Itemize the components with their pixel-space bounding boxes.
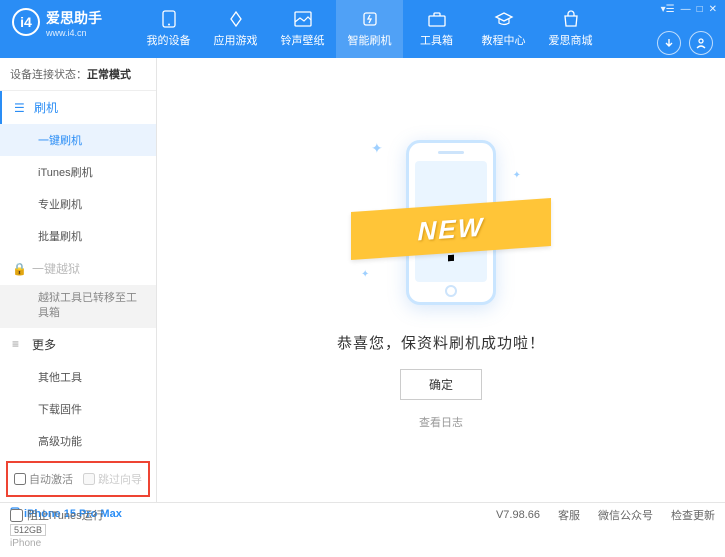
ok-button[interactable]: 确定: [400, 369, 482, 400]
new-ribbon: NEW: [351, 198, 551, 260]
titlebar: i4 爱思助手 www.i4.cn 我的设备 应用游戏 铃声壁纸 智能刷机 工具…: [0, 0, 725, 58]
nav-label: 铃声壁纸: [281, 32, 325, 48]
sidebar-item-oneclick-flash[interactable]: 一键刷机: [0, 124, 156, 156]
nav-apps[interactable]: 应用游戏: [202, 0, 269, 58]
options-highlighted-box: 自动激活 跳过向导: [6, 461, 150, 497]
logo-icon: i4: [12, 8, 40, 36]
main-content: ✦ ✦ ✦ NEW 恭喜您，保资料刷机成功啦！ 确定 查看日志: [157, 58, 725, 502]
nav-label: 智能刷机: [348, 32, 392, 48]
nav-toolbox[interactable]: 工具箱: [403, 0, 470, 58]
nav-label: 爱思商城: [549, 32, 593, 48]
sidebar-item-batch-flash[interactable]: 批量刷机: [0, 220, 156, 252]
apps-icon: [226, 10, 246, 28]
app-url: www.i4.cn: [46, 28, 102, 38]
nav-flash[interactable]: 智能刷机: [336, 0, 403, 58]
sidebar-section-more[interactable]: ≡ 更多: [0, 328, 156, 361]
list-icon: ☰: [14, 101, 28, 115]
view-log-link[interactable]: 查看日志: [419, 414, 463, 430]
connection-status: 设备连接状态：正常模式: [0, 58, 156, 91]
minimize-icon[interactable]: —: [681, 4, 691, 15]
device-storage: 512GB: [10, 524, 46, 536]
sidebar-item-advanced[interactable]: 高级功能: [0, 425, 156, 457]
sidebar-item-jailbreak-moved[interactable]: 越狱工具已转移至工具箱: [0, 285, 156, 328]
user-button[interactable]: [689, 31, 713, 55]
sidebar: 设备连接状态：正常模式 ☰ 刷机 一键刷机 iTunes刷机 专业刷机 批量刷机…: [0, 58, 157, 502]
checkbox-block-itunes[interactable]: 阻止iTunes运行: [10, 507, 104, 523]
nav-label: 工具箱: [420, 32, 453, 48]
more-icon: ≡: [12, 337, 26, 351]
sidebar-item-pro-flash[interactable]: 专业刷机: [0, 188, 156, 220]
download-button[interactable]: [657, 31, 681, 55]
nav-ringtones[interactable]: 铃声壁纸: [269, 0, 336, 58]
footer-link-update[interactable]: 检查更新: [671, 507, 715, 523]
footer-link-wechat[interactable]: 微信公众号: [598, 507, 653, 523]
app-title: 爱思助手: [46, 8, 102, 28]
checkbox-skip-guide[interactable]: 跳过向导: [83, 471, 142, 487]
nav-tutorials[interactable]: 教程中心: [470, 0, 537, 58]
sidebar-item-other-tools[interactable]: 其他工具: [0, 361, 156, 393]
nav-label: 我的设备: [147, 32, 191, 48]
nav-label: 教程中心: [482, 32, 526, 48]
main-nav: 我的设备 应用游戏 铃声壁纸 智能刷机 工具箱 教程中心 爱思商城: [135, 0, 649, 58]
success-message: 恭喜您，保资料刷机成功啦！: [337, 332, 545, 353]
sidebar-item-download-firmware[interactable]: 下载固件: [0, 393, 156, 425]
bag-icon: [561, 10, 581, 28]
sparkle-icon: ✦: [371, 140, 383, 157]
footer-link-support[interactable]: 客服: [558, 507, 580, 523]
checkbox-auto-activate[interactable]: 自动激活: [14, 471, 73, 487]
app-logo: i4 爱思助手 www.i4.cn: [0, 0, 135, 58]
sidebar-section-flash[interactable]: ☰ 刷机: [0, 91, 156, 124]
titlebar-right: ▾☰ — □ ✕: [649, 0, 725, 58]
nav-my-device[interactable]: 我的设备: [135, 0, 202, 58]
menu-icon[interactable]: ▾☰: [661, 4, 675, 15]
sparkle-icon: ✦: [361, 269, 369, 280]
sidebar-item-itunes-flash[interactable]: iTunes刷机: [0, 156, 156, 188]
image-icon: [293, 10, 313, 28]
device-type: iPhone: [10, 538, 146, 549]
nav-shop[interactable]: 爱思商城: [537, 0, 604, 58]
success-illustration: ✦ ✦ ✦ NEW: [341, 130, 541, 310]
sidebar-section-jailbreak[interactable]: 🔒 一键越狱: [0, 252, 156, 285]
maximize-icon[interactable]: □: [697, 4, 703, 15]
nav-label: 应用游戏: [214, 32, 258, 48]
flash-icon: [360, 10, 380, 28]
close-icon[interactable]: ✕: [709, 4, 717, 15]
toolbox-icon: [427, 10, 447, 28]
sparkle-icon: ✦: [513, 170, 521, 181]
version-label: V7.98.66: [496, 509, 540, 521]
graduation-icon: [494, 10, 514, 28]
phone-icon: [159, 10, 179, 28]
lock-icon: 🔒: [12, 262, 26, 276]
